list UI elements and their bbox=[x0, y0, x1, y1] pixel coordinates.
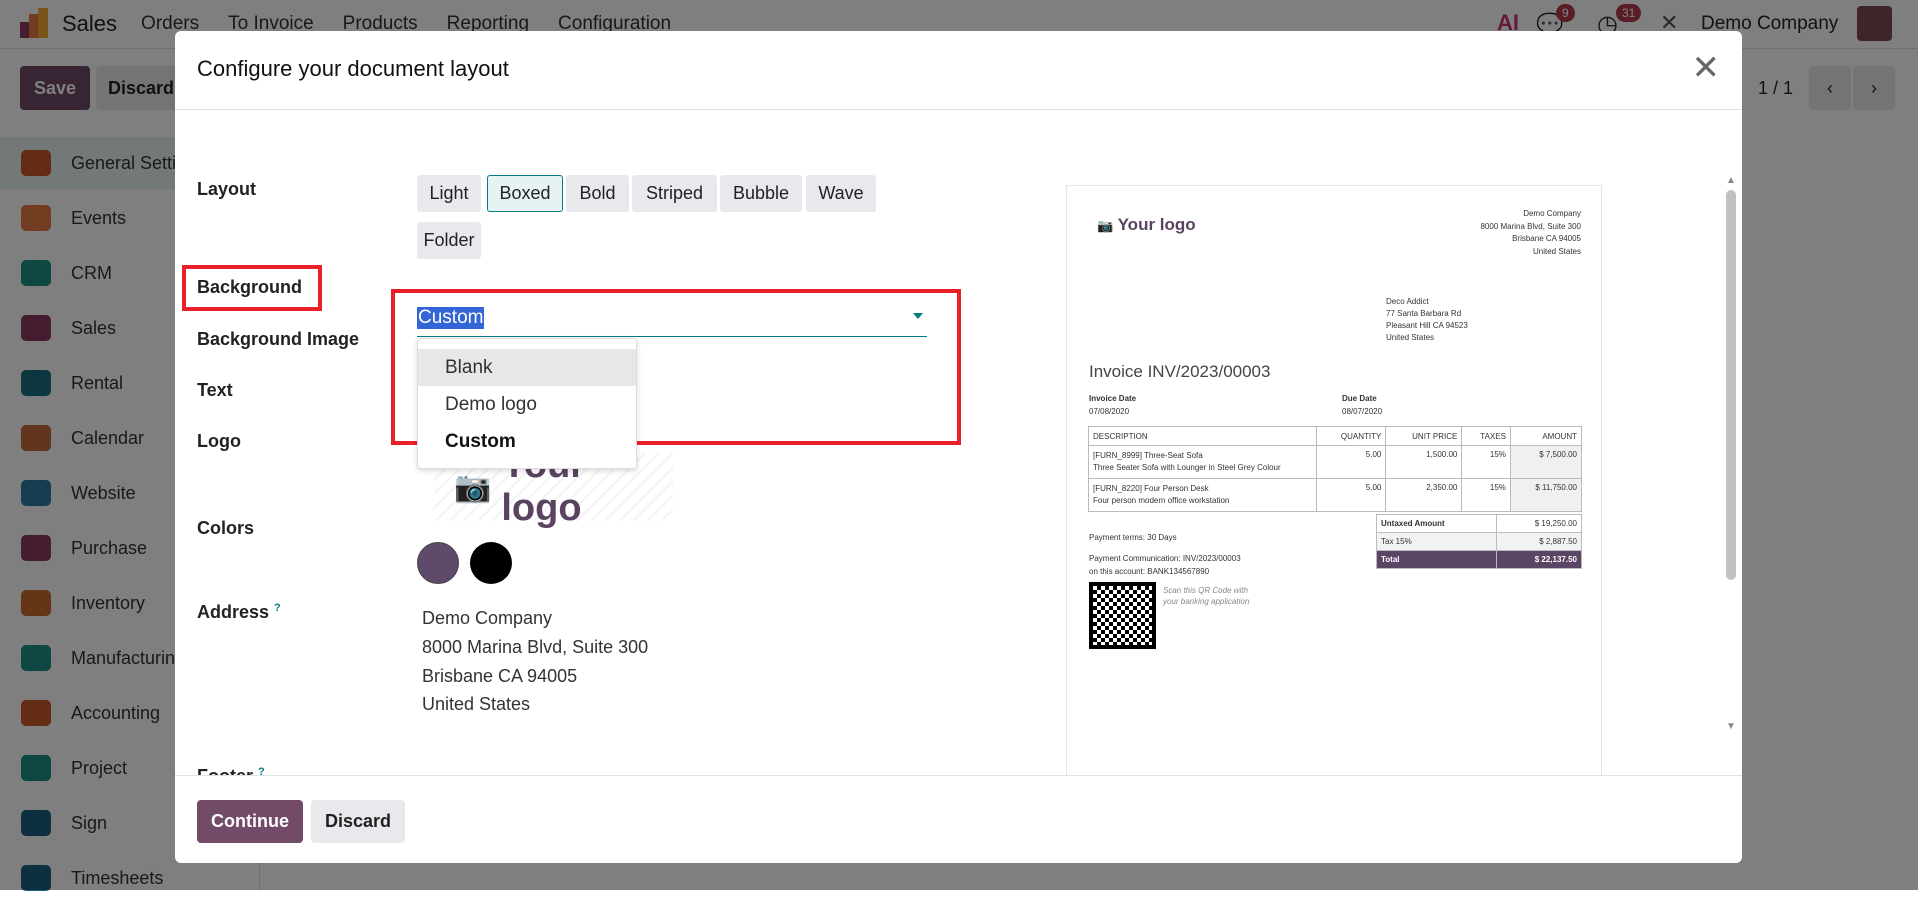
address-line: United States bbox=[422, 694, 531, 714]
scrollbar-thumb[interactable] bbox=[1726, 190, 1736, 580]
line-name: [FURN_8220] Four Person Desk bbox=[1093, 484, 1209, 493]
qr-note-line: Scan this QR Code with bbox=[1163, 586, 1248, 595]
company-line: United States bbox=[1532, 246, 1581, 256]
background-image-label: Background Image bbox=[197, 329, 360, 349]
preview-customer-address: Deco Addict 77 Santa Barbara Rd Pleasant H… bbox=[1386, 296, 1468, 344]
line-qty: 5.00 bbox=[1315, 445, 1387, 479]
background-label: Background bbox=[197, 277, 303, 297]
address-help-icon[interactable]: ? bbox=[274, 602, 281, 614]
line-price: 2,350.00 bbox=[1385, 478, 1463, 512]
dropdown-option-custom[interactable]: Custom bbox=[418, 423, 636, 460]
dialog-footer: Continue Discard bbox=[175, 775, 1742, 863]
layout-option-striped[interactable]: Striped bbox=[632, 175, 717, 212]
col-amount: AMOUNT bbox=[1509, 426, 1583, 446]
line-desc: Three Seater Sofa with Lounger in Steel … bbox=[1093, 463, 1281, 472]
total-label: Total bbox=[1375, 550, 1498, 569]
layout-option-folder[interactable]: Folder bbox=[417, 222, 481, 259]
layout-option-boxed[interactable]: Boxed bbox=[487, 175, 563, 212]
secondary-color-swatch[interactable] bbox=[470, 542, 512, 584]
colors-label: Colors bbox=[197, 518, 255, 538]
customer-line: 77 Santa Barbara Rd bbox=[1386, 309, 1462, 318]
col-description: DESCRIPTION bbox=[1088, 426, 1317, 446]
layout-option-light[interactable]: Light bbox=[417, 175, 481, 212]
col-unit-price: UNIT PRICE bbox=[1385, 426, 1463, 446]
company-line: Brisbane CA 94005 bbox=[1512, 234, 1581, 243]
col-quantity: QUANTITY bbox=[1315, 426, 1387, 446]
totals-table: Untaxed Amount $ 19,250.00 Tax 15% $ 2,887… bbox=[1375, 514, 1582, 569]
qr-note: Scan this QR Code with your banking appli… bbox=[1163, 585, 1249, 607]
footer-label-text: Footer bbox=[197, 766, 253, 775]
tax-label: Tax 15% bbox=[1375, 532, 1498, 551]
total-amount: $ 22,137.50 bbox=[1496, 550, 1582, 569]
discard-dialog-button[interactable]: Discard bbox=[311, 800, 405, 843]
footer-help-icon[interactable]: ? bbox=[258, 766, 265, 775]
table-row: [FURN_8220] Four Person Desk Four person … bbox=[1088, 478, 1583, 512]
line-amount: $ 11,750.00 bbox=[1509, 478, 1583, 512]
address-line: 8000 Marina Blvd, Suite 300 bbox=[422, 637, 649, 657]
qr-note-line: your banking application bbox=[1163, 597, 1250, 606]
invoice-date: 07/08/2020 bbox=[1089, 407, 1130, 416]
close-icon[interactable]: ✕ bbox=[1692, 51, 1721, 85]
line-price: 1,500.00 bbox=[1385, 445, 1463, 479]
tax-amount: $ 2,887.50 bbox=[1496, 532, 1582, 551]
due-date: 08/07/2020 bbox=[1342, 407, 1383, 416]
dialog-scrollbar[interactable]: ▲ ▼ bbox=[1725, 175, 1737, 732]
due-date-label: Due Date bbox=[1342, 394, 1377, 403]
line-amount: $ 7,500.00 bbox=[1509, 445, 1583, 479]
dropdown-option-demo-logo[interactable]: Demo logo bbox=[418, 386, 636, 423]
preview-company-address: Demo Company 8000 Marina Blvd, Suite 300 B… bbox=[1480, 208, 1581, 258]
layout-label: Layout bbox=[197, 179, 257, 199]
line-qty: 5.00 bbox=[1315, 478, 1387, 512]
untaxed-label: Untaxed Amount bbox=[1375, 514, 1498, 533]
preview-invoice-title: Invoice INV/2023/00003 bbox=[1089, 362, 1271, 381]
qr-code bbox=[1089, 582, 1156, 649]
document-layout-dialog: Configure your document layout ✕ Layout … bbox=[175, 31, 1742, 863]
dialog-header: Configure your document layout ✕ bbox=[175, 31, 1742, 110]
scroll-down-icon[interactable]: ▼ bbox=[1725, 721, 1737, 732]
line-tax: 15% bbox=[1461, 478, 1511, 512]
address-label-text: Address bbox=[197, 602, 270, 622]
document-preview: 📷 Your logo Demo Company 8000 Marina Blvd… bbox=[1066, 185, 1602, 775]
bank-account: on this account: BANK134567890 bbox=[1089, 567, 1210, 576]
payment-terms: Payment terms: 30 Days bbox=[1089, 533, 1177, 542]
customer-line: Deco Addict bbox=[1386, 297, 1429, 306]
dropdown-option-blank[interactable]: Blank bbox=[418, 349, 636, 386]
layout-option-bold[interactable]: Bold bbox=[566, 175, 629, 212]
continue-button[interactable]: Continue bbox=[197, 800, 303, 843]
camera-icon: 📷 bbox=[1097, 218, 1114, 233]
address-label: Address ? bbox=[197, 602, 281, 623]
invoice-lines-table: DESCRIPTION QUANTITY UNIT PRICE TAXES AMOUNT… bbox=[1088, 426, 1583, 512]
line-desc: Four person modern office workstation bbox=[1093, 496, 1230, 505]
footer-label: Footer ? bbox=[197, 766, 265, 775]
background-dropdown: Blank Demo logo Custom bbox=[417, 338, 637, 469]
dialog-title: Configure your document layout bbox=[197, 56, 509, 81]
preview-logo: 📷 Your logo bbox=[1097, 215, 1196, 235]
payment-communication: Payment Communication: INV/2023/00003 bbox=[1089, 554, 1241, 563]
address-line: Demo Company bbox=[422, 608, 553, 628]
address-line: Brisbane CA 94005 bbox=[422, 666, 578, 686]
customer-line: Pleasant Hill CA 94523 bbox=[1386, 321, 1468, 330]
company-line: Demo Company bbox=[1523, 209, 1581, 218]
invoice-date-label: Invoice Date bbox=[1089, 394, 1137, 403]
col-taxes: TAXES bbox=[1461, 426, 1511, 446]
company-line: 8000 Marina Blvd, Suite 300 bbox=[1480, 221, 1581, 231]
line-name: [FURN_8999] Three-Seat Sofa bbox=[1093, 451, 1203, 460]
dialog-body: Layout Light Boxed Bold Striped Bubble Wave Fo… bbox=[175, 111, 1742, 775]
preview-logo-text: Your logo bbox=[1117, 215, 1196, 234]
logo-label: Logo bbox=[197, 431, 241, 451]
text-label: Text bbox=[197, 380, 233, 400]
layout-option-bubble[interactable]: Bubble bbox=[720, 175, 802, 212]
layout-option-wave[interactable]: Wave bbox=[806, 175, 876, 212]
camera-icon: 📷 bbox=[454, 470, 492, 504]
line-tax: 15% bbox=[1461, 445, 1511, 479]
customer-line: United States bbox=[1386, 333, 1435, 342]
primary-color-swatch[interactable] bbox=[417, 542, 459, 584]
untaxed-amount: $ 19,250.00 bbox=[1496, 514, 1582, 533]
scroll-up-icon[interactable]: ▲ bbox=[1725, 175, 1737, 186]
table-row: [FURN_8999] Three-Seat Sofa Three Seater … bbox=[1088, 445, 1583, 479]
